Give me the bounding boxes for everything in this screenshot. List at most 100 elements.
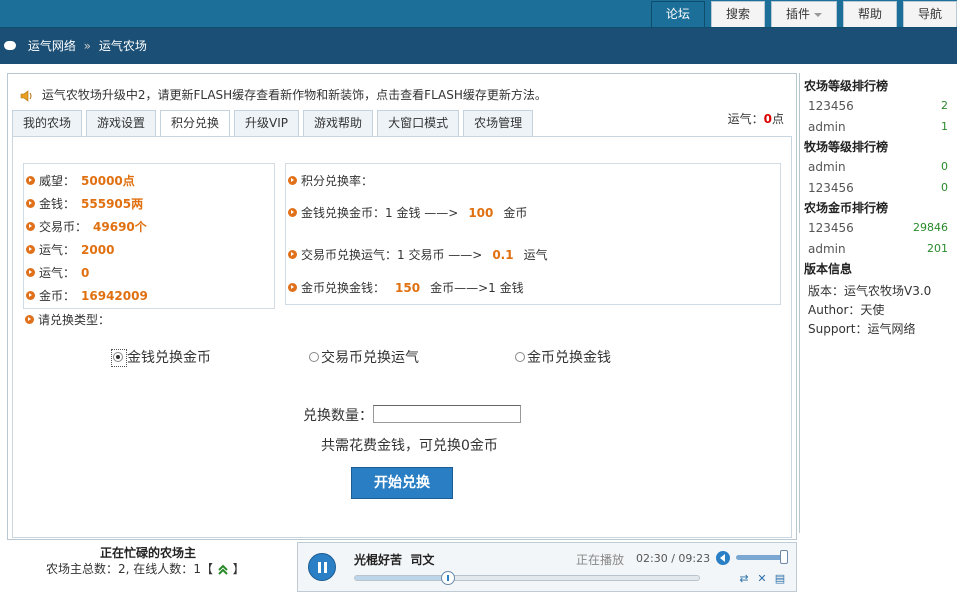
volume-slider[interactable] [736, 550, 788, 564]
rank-value: 29846 [913, 221, 948, 234]
playback-time: 02:30 / 09:23 [636, 552, 711, 565]
tab-upgrade-vip[interactable]: 升级VIP [234, 110, 300, 136]
quantity-label: 兑换数量： [303, 408, 373, 424]
tab-farm-admin[interactable]: 农场管理 [463, 110, 534, 136]
stat-value: 2000 [81, 243, 115, 257]
upgrade-notice: 运气农牧场升级中2，请更新FLASH缓存查看新作物和新装饰，点击查看FLASH缓… [20, 86, 547, 103]
option-label[interactable]: 金钱兑换金币 [127, 350, 211, 366]
player-controls: ⇄ ✕ ▤ [738, 573, 792, 585]
nav-search[interactable]: 搜索 [710, 1, 765, 27]
tab-points-exchange[interactable]: 积分兑换 [160, 110, 231, 137]
busy-title: 正在忙碌的农场主 [100, 546, 197, 560]
breadcrumb-current[interactable]: 运气农场 [99, 39, 147, 53]
stat-label: 威望： [39, 174, 76, 188]
version-title: 版本信息 [804, 262, 853, 276]
total-label: 农场主总数： [46, 562, 119, 576]
cost-text: 共需花费金钱，可兑换0金币 [321, 438, 498, 454]
music-player: 光棍好苦 司文 正在播放 02:30 / 09:23 ⇄ ✕ ▤ [297, 542, 797, 592]
chat-bubble-icon [4, 41, 16, 50]
arrow-bullet-icon [288, 176, 297, 185]
ranch-rank-title: 牧场等级排行榜 [804, 140, 889, 154]
author-line: Author：天使 [808, 303, 885, 317]
quantity-input[interactable] [373, 405, 521, 423]
repeat-icon[interactable]: ⇄ [738, 573, 750, 585]
stat-prestige: 威望： 50000点 [26, 172, 135, 189]
arrow-bullet-icon [26, 291, 35, 300]
radio-button[interactable] [309, 352, 319, 362]
rates-title: 积分兑换率： [288, 172, 373, 189]
user-stats-box: 威望： 50000点 金钱： 555905两 交易币： 49690个 运气： 2000 … [23, 163, 275, 309]
rank-name[interactable]: admin [808, 120, 846, 134]
arrow-bullet-icon [288, 283, 297, 292]
luck-display: 运气：0点 [728, 110, 784, 127]
volume-fill [736, 555, 784, 560]
arrow-bullet-icon [26, 176, 35, 185]
exchange-panel: 威望： 50000点 金钱： 555905两 交易币： 49690个 运气： 2000 … [12, 136, 792, 538]
rate-trade-to-luck: 交易币兑换运气：1 交易币 ——> 0.1 运气 [288, 246, 548, 263]
arrow-bullet-icon [288, 208, 297, 217]
pause-icon[interactable] [308, 553, 336, 581]
option-trade-to-luck[interactable]: 交易币兑换运气 [309, 347, 419, 367]
nav-navigation[interactable]: 导航 [902, 1, 957, 27]
exchange-type-text: 请兑换类型： [38, 313, 111, 327]
playlist-icon[interactable]: ▤ [774, 573, 786, 585]
stat-label: 运气： [39, 243, 76, 257]
rank-name[interactable]: 123456 [808, 221, 854, 235]
option-gold-to-money[interactable]: 金币兑换金钱 [515, 347, 611, 367]
rank-value: 2 [941, 99, 948, 112]
notice-text[interactable]: 运气农牧场升级中2，请更新FLASH缓存查看新作物和新装饰，点击查看FLASH缓… [42, 88, 547, 102]
tab-game-settings[interactable]: 游戏设置 [86, 110, 157, 136]
nav-plugins-label: 插件 [785, 7, 810, 21]
speaker-icon [20, 89, 32, 102]
arrow-bullet-icon [288, 250, 297, 259]
breadcrumb-home[interactable]: 运气网络 [28, 39, 76, 53]
farm-rank-row: admin 1 [808, 120, 948, 134]
rank-name[interactable]: 123456 [808, 181, 854, 195]
focus-ring [111, 349, 127, 367]
radio-button[interactable] [113, 352, 123, 362]
rate-value: 0.1 [492, 248, 514, 262]
total-value: 2, [118, 562, 130, 576]
tab-large-window[interactable]: 大窗口模式 [377, 110, 460, 136]
top-nav: 论坛 搜索 插件 帮助 导航 [645, 0, 957, 28]
rank-value: 0 [941, 160, 948, 173]
nav-plugins[interactable]: 插件 [770, 1, 837, 27]
busy-info: 农场主总数：2, 在线人数：1【 】 [46, 560, 245, 577]
luck-unit: 点 [771, 112, 784, 126]
radio-button[interactable] [515, 352, 525, 362]
shuffle-icon[interactable]: ✕ [756, 573, 768, 585]
volume-icon[interactable] [716, 551, 730, 565]
rank-name[interactable]: 123456 [808, 99, 854, 113]
rank-value: 201 [927, 242, 948, 255]
online-value: 1 [193, 562, 201, 576]
expand-up-icon[interactable] [217, 564, 229, 576]
volume-knob[interactable] [779, 550, 788, 564]
bracket-close: 】 [232, 562, 245, 576]
tab-my-farm[interactable]: 我的农场 [12, 110, 83, 136]
busy-farmers: 正在忙碌的农场主 农场主总数：2, 在线人数：1【 】 [0, 540, 300, 600]
rank-name[interactable]: admin [808, 160, 846, 174]
rank-value: 1 [941, 120, 948, 133]
progress-knob[interactable] [440, 571, 455, 585]
option-label[interactable]: 交易币兑换运气 [321, 350, 419, 366]
rate-suffix: 金币——>1 金钱 [430, 281, 524, 295]
progress-fill [355, 576, 448, 580]
breadcrumb: 运气网络 » 运气农场 [0, 28, 957, 64]
start-exchange-button[interactable]: 开始兑换 [351, 467, 453, 499]
nav-forum[interactable]: 论坛 [650, 1, 705, 27]
stat-luck-2: 运气： 0 [26, 264, 89, 281]
option-money-to-gold[interactable]: 金钱兑换金币 [111, 347, 211, 367]
stat-label: 金钱： [39, 197, 76, 211]
stat-value: 16942009 [81, 289, 148, 303]
rate-prefix: 交易币兑换运气：1 交易币 ——> [301, 248, 483, 262]
tab-bar: 我的农场 游戏设置 积分兑换 升级VIP 游戏帮助 大窗口模式 农场管理 [12, 110, 537, 137]
luck-value: 0 [763, 112, 772, 126]
rank-name[interactable]: admin [808, 242, 846, 256]
stat-value: 0 [81, 266, 90, 280]
online-label: 在线人数： [133, 562, 194, 576]
option-label[interactable]: 金币兑换金钱 [527, 350, 611, 366]
farm-rank-row: 123456 2 [808, 99, 948, 113]
progress-bar[interactable] [354, 571, 700, 585]
nav-help[interactable]: 帮助 [842, 1, 897, 27]
tab-game-help[interactable]: 游戏帮助 [303, 110, 374, 136]
